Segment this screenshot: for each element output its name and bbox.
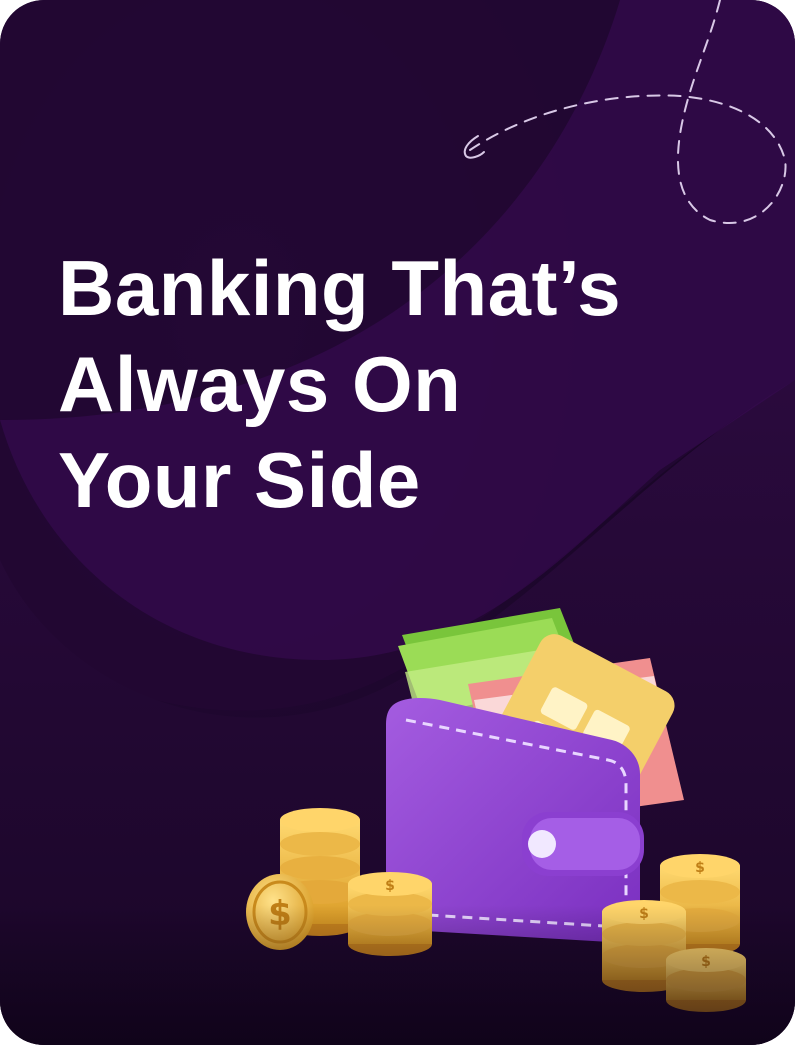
headline-line-1: Banking That’s <box>58 244 622 332</box>
headline-line-2: Always On <box>58 340 462 428</box>
bottom-shadow <box>0 905 795 1045</box>
svg-text:$: $ <box>385 878 395 894</box>
dashed-arrow-path <box>463 0 787 224</box>
promo-card: Banking That’s Always On Your Side $ $ <box>0 0 795 1045</box>
hero-headline: Banking That’s Always On Your Side <box>58 240 698 528</box>
svg-text:$: $ <box>695 860 705 876</box>
headline-line-3: Your Side <box>58 436 421 524</box>
